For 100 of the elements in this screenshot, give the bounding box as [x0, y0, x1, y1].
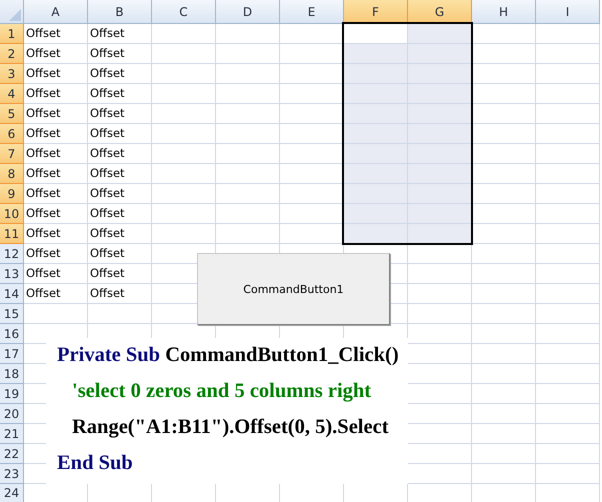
- cell: [472, 464, 536, 484]
- selected-cell: [408, 44, 472, 64]
- cell: [472, 404, 536, 424]
- row-header[interactable]: 1: [0, 24, 24, 44]
- column-header[interactable]: F: [344, 0, 408, 24]
- cell: [472, 164, 536, 184]
- selected-cell: [344, 84, 408, 104]
- cell: [216, 64, 280, 84]
- selected-cell: [408, 184, 472, 204]
- column-header[interactable]: H: [472, 0, 536, 24]
- cell: [472, 304, 536, 324]
- row-header[interactable]: 2: [0, 44, 24, 64]
- cell: [152, 204, 216, 224]
- cell: [472, 204, 536, 224]
- row-header[interactable]: 15: [0, 304, 24, 324]
- cell: [536, 464, 600, 484]
- row-header[interactable]: 24: [0, 484, 24, 502]
- column-header[interactable]: A: [24, 0, 88, 24]
- cell: [408, 244, 472, 264]
- cell: [216, 164, 280, 184]
- row-header[interactable]: 11: [0, 224, 24, 244]
- cell: [536, 384, 600, 404]
- column-header[interactable]: I: [536, 0, 600, 24]
- cell: [408, 324, 472, 344]
- cell: Offset: [24, 104, 88, 124]
- cell: Offset: [24, 284, 88, 304]
- row-header[interactable]: 18: [0, 364, 24, 384]
- selected-cell: [344, 224, 408, 244]
- column-header[interactable]: B: [88, 0, 152, 24]
- cell: [536, 204, 600, 224]
- cell: [536, 64, 600, 84]
- cell: [536, 324, 600, 344]
- cell: [536, 444, 600, 464]
- row-header[interactable]: 16: [0, 324, 24, 344]
- cell: Offset: [24, 164, 88, 184]
- cell: Offset: [88, 104, 152, 124]
- cell: [408, 284, 472, 304]
- row-header[interactable]: 22: [0, 444, 24, 464]
- column-header[interactable]: G: [408, 0, 472, 24]
- cell: Offset: [88, 244, 152, 264]
- cell: Offset: [24, 24, 88, 44]
- row-header[interactable]: 8: [0, 164, 24, 184]
- selected-cell: [408, 124, 472, 144]
- row-header[interactable]: 17: [0, 344, 24, 364]
- column-header[interactable]: C: [152, 0, 216, 24]
- row-header[interactable]: 19: [0, 384, 24, 404]
- column-header[interactable]: D: [216, 0, 280, 24]
- row-header[interactable]: 13: [0, 264, 24, 284]
- cell: [216, 144, 280, 164]
- cell: [216, 184, 280, 204]
- corner-triangle-icon: [9, 9, 21, 21]
- cell: Offset: [88, 64, 152, 84]
- row-header[interactable]: 9: [0, 184, 24, 204]
- cell: Offset: [88, 184, 152, 204]
- cell: [24, 304, 88, 324]
- row-header[interactable]: 20: [0, 404, 24, 424]
- cell: [216, 44, 280, 64]
- cell: [536, 44, 600, 64]
- cell: Offset: [24, 44, 88, 64]
- cell: [536, 24, 600, 44]
- column-header[interactable]: E: [280, 0, 344, 24]
- row-header[interactable]: 4: [0, 84, 24, 104]
- cell: Offset: [24, 244, 88, 264]
- row-header[interactable]: 5: [0, 104, 24, 124]
- row-header[interactable]: 6: [0, 124, 24, 144]
- cell: [536, 424, 600, 444]
- selected-cell: [344, 64, 408, 84]
- cell: Offset: [88, 264, 152, 284]
- cell: [152, 44, 216, 64]
- selected-cell: [344, 164, 408, 184]
- selected-cell: [408, 24, 472, 44]
- selected-cell: [408, 204, 472, 224]
- cell: [472, 244, 536, 264]
- cell: [152, 104, 216, 124]
- row-header[interactable]: 21: [0, 424, 24, 444]
- cell: [152, 144, 216, 164]
- cell: [216, 204, 280, 224]
- command-button[interactable]: CommandButton1: [197, 253, 390, 325]
- cell: Offset: [24, 264, 88, 284]
- row-header[interactable]: 12: [0, 244, 24, 264]
- cell: [536, 124, 600, 144]
- cell: Offset: [24, 124, 88, 144]
- selected-cell: [344, 204, 408, 224]
- cell: [536, 164, 600, 184]
- cell: [472, 184, 536, 204]
- cell: [536, 184, 600, 204]
- cell: Offset: [88, 124, 152, 144]
- cell: [216, 104, 280, 124]
- row-header[interactable]: 3: [0, 64, 24, 84]
- cell: [472, 64, 536, 84]
- code-line: End Sub: [57, 452, 133, 474]
- selected-cell: [344, 124, 408, 144]
- row-header[interactable]: 14: [0, 284, 24, 304]
- cell: Offset: [88, 164, 152, 184]
- row-header[interactable]: 7: [0, 144, 24, 164]
- cell: [152, 84, 216, 104]
- row-header[interactable]: 23: [0, 464, 24, 484]
- select-all-corner[interactable]: [0, 0, 24, 24]
- cell: [152, 124, 216, 144]
- row-header[interactable]: 10: [0, 204, 24, 224]
